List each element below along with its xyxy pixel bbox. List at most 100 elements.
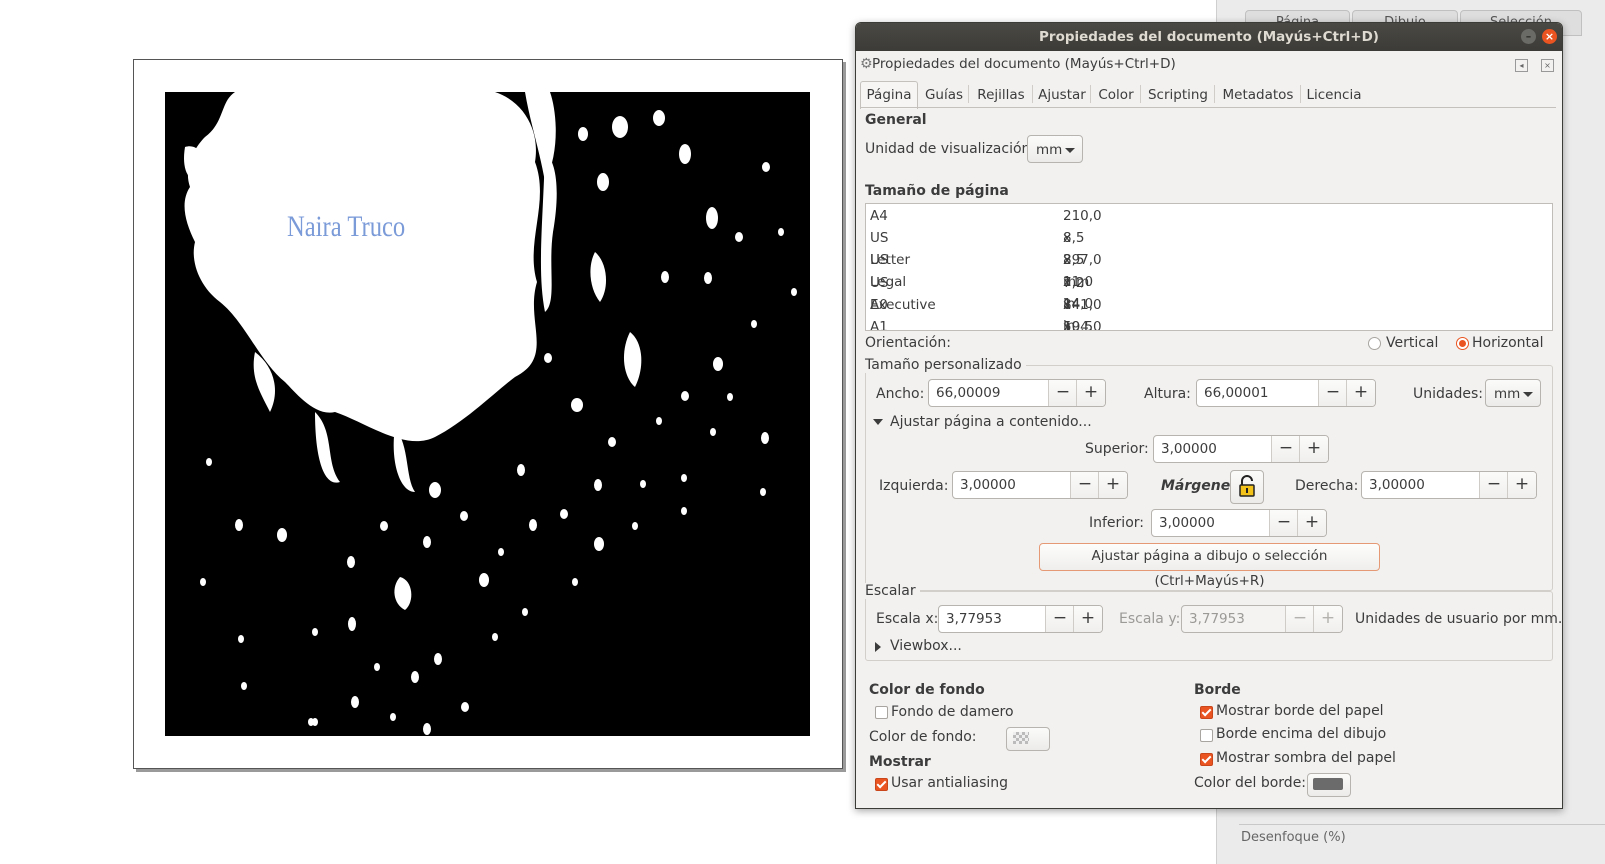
- tab-color[interactable]: Color: [1092, 81, 1140, 108]
- border-color-button[interactable]: [1307, 773, 1351, 797]
- decrement-button[interactable]: −: [1045, 606, 1074, 632]
- dialog-titlebar[interactable]: Propiedades del documento (Mayús+Ctrl+D)…: [856, 23, 1562, 51]
- left-margin-value: 3,00000: [960, 477, 1016, 493]
- top-margin-label: Superior:: [1085, 441, 1149, 457]
- antialias-label: Usar antialiasing: [891, 775, 1009, 791]
- background-color-label: Color de fondo:: [869, 729, 977, 745]
- divider: [1239, 824, 1605, 825]
- checker-swatch: [1013, 732, 1029, 744]
- chevron-down-icon: [1065, 148, 1075, 153]
- height-spinner[interactable]: 66,00001 − +: [1196, 379, 1376, 407]
- orientation-label: Orientación:: [865, 335, 951, 351]
- show-shadow-checkbox[interactable]: [1200, 753, 1213, 766]
- blur-label: Desenfoque (%): [1241, 830, 1346, 845]
- scale-x-spinner[interactable]: 3,77953 − +: [938, 605, 1103, 633]
- show-shadow-label: Mostrar sombra del papel: [1216, 750, 1396, 766]
- border-on-top-label: Borde encima del dibujo: [1216, 726, 1387, 742]
- increment-button[interactable]: +: [1076, 380, 1105, 406]
- tab-metadata[interactable]: Metadatos: [1216, 81, 1300, 108]
- artwork-text: Naira Truco: [287, 210, 406, 243]
- right-margin-value: 3,00000: [1369, 477, 1425, 493]
- decrement-button[interactable]: −: [1479, 472, 1508, 498]
- bottom-margin-value: 3,00000: [1159, 515, 1215, 531]
- decrement-button[interactable]: −: [1048, 380, 1077, 406]
- checkerboard-label: Fondo de damero: [891, 704, 1014, 720]
- fit-content-expander[interactable]: Ajustar página a contenido...: [890, 414, 1092, 430]
- scale-x-label: Escala x:: [876, 611, 939, 627]
- padlock-icon: [1239, 475, 1255, 497]
- decrement-button[interactable]: −: [1269, 510, 1298, 536]
- vertical-radio[interactable]: [1368, 337, 1381, 350]
- decrement-button: −: [1285, 606, 1314, 632]
- scale-y-label: Escala y:: [1119, 611, 1181, 627]
- right-margin-label: Derecha:: [1295, 478, 1359, 494]
- border-color-swatch: [1313, 778, 1343, 790]
- scale-y-value: 3,77953: [1189, 611, 1245, 627]
- background-color-button[interactable]: [1006, 727, 1050, 751]
- increment-button[interactable]: +: [1299, 436, 1328, 462]
- decrement-button[interactable]: −: [1318, 380, 1347, 406]
- minimize-icon[interactable]: –: [1521, 29, 1536, 44]
- show-border-label: Mostrar borde del papel: [1216, 703, 1384, 719]
- checkerboard-checkbox[interactable]: [875, 706, 888, 719]
- right-margin-spinner[interactable]: 3,00000 − +: [1361, 471, 1537, 499]
- horizontal-radio[interactable]: [1456, 337, 1469, 350]
- document-properties-dialog: Propiedades del documento (Mayús+Ctrl+D)…: [855, 22, 1563, 809]
- bottom-margin-spinner[interactable]: 3,00000 − +: [1151, 509, 1327, 537]
- gear-icon: ⚙: [860, 56, 873, 72]
- width-spinner[interactable]: 66,00009 − +: [928, 379, 1106, 407]
- vertical-label: Vertical: [1386, 335, 1439, 351]
- units-dropdown[interactable]: mm: [1485, 379, 1541, 407]
- tab-grids[interactable]: Rejillas: [970, 81, 1032, 108]
- increment-button[interactable]: +: [1507, 472, 1536, 498]
- width-value: 66,00009: [936, 385, 1001, 401]
- antialias-checkbox[interactable]: [875, 778, 888, 791]
- bottom-margin-label: Inferior:: [1089, 515, 1144, 531]
- left-margin-spinner[interactable]: 3,00000 − +: [952, 471, 1128, 499]
- decrement-button[interactable]: −: [1271, 436, 1300, 462]
- top-margin-spinner[interactable]: 3,00000 − +: [1153, 435, 1329, 463]
- dialog-subheader: ⚙ Propiedades del documento (Mayús+Ctrl+…: [856, 53, 1562, 77]
- size-name: A1: [870, 319, 888, 331]
- tab-guides[interactable]: Guías: [920, 81, 968, 108]
- tab-snap[interactable]: Ajustar: [1034, 81, 1090, 108]
- increment-button[interactable]: +: [1073, 606, 1102, 632]
- splatter-artwork[interactable]: Naira Truco: [165, 92, 810, 736]
- close-icon[interactable]: ×: [1542, 29, 1557, 44]
- decrement-button[interactable]: −: [1070, 472, 1099, 498]
- border-heading: Borde: [1194, 682, 1241, 698]
- expander-down-icon[interactable]: [873, 419, 883, 425]
- show-border-checkbox[interactable]: [1200, 706, 1213, 719]
- viewbox-expander[interactable]: Viewbox...: [890, 638, 962, 654]
- scale-x-value: 3,77953: [946, 611, 1002, 627]
- dock-icon[interactable]: ◂: [1515, 59, 1528, 72]
- splatter-graphic: [184, 92, 797, 735]
- display-units-dropdown[interactable]: mm: [1027, 135, 1083, 163]
- increment-button[interactable]: +: [1297, 510, 1326, 536]
- size-dimensions: 594,0 x 841,0 mm: [1063, 319, 1102, 331]
- tab-separator: [1214, 85, 1215, 103]
- page-size-list[interactable]: A4 210,0 x 297,0 mm US Letter 8,5 x 11,0…: [865, 203, 1553, 331]
- document-page[interactable]: Naira Truco: [133, 59, 843, 769]
- lock-margins-button[interactable]: [1230, 470, 1264, 504]
- chevron-down-icon: [1523, 392, 1533, 397]
- tab-underline: [860, 107, 1556, 108]
- increment-button[interactable]: +: [1098, 472, 1127, 498]
- general-heading: General: [865, 112, 927, 128]
- increment-button[interactable]: +: [1346, 380, 1375, 406]
- border-on-top-checkbox[interactable]: [1200, 729, 1213, 742]
- user-units-label: Unidades de usuario por mm.: [1355, 611, 1563, 627]
- expander-right-icon[interactable]: [875, 642, 881, 652]
- display-heading: Mostrar: [869, 754, 931, 770]
- tab-separator: [1300, 85, 1301, 103]
- tab-separator: [1140, 85, 1141, 103]
- top-margin-value: 3,00000: [1161, 441, 1217, 457]
- tab-page[interactable]: Página: [860, 81, 918, 109]
- width-label: Ancho:: [876, 386, 925, 402]
- tab-license[interactable]: Licencia: [1302, 81, 1366, 108]
- display-units-value: mm: [1036, 142, 1063, 158]
- fit-page-button[interactable]: Ajustar página a dibujo o selección (Ctr…: [1039, 543, 1380, 589]
- close-panel-icon[interactable]: ×: [1541, 59, 1554, 72]
- display-units-label: Unidad de visualización:: [865, 141, 1036, 157]
- tab-scripting[interactable]: Scripting: [1142, 81, 1214, 108]
